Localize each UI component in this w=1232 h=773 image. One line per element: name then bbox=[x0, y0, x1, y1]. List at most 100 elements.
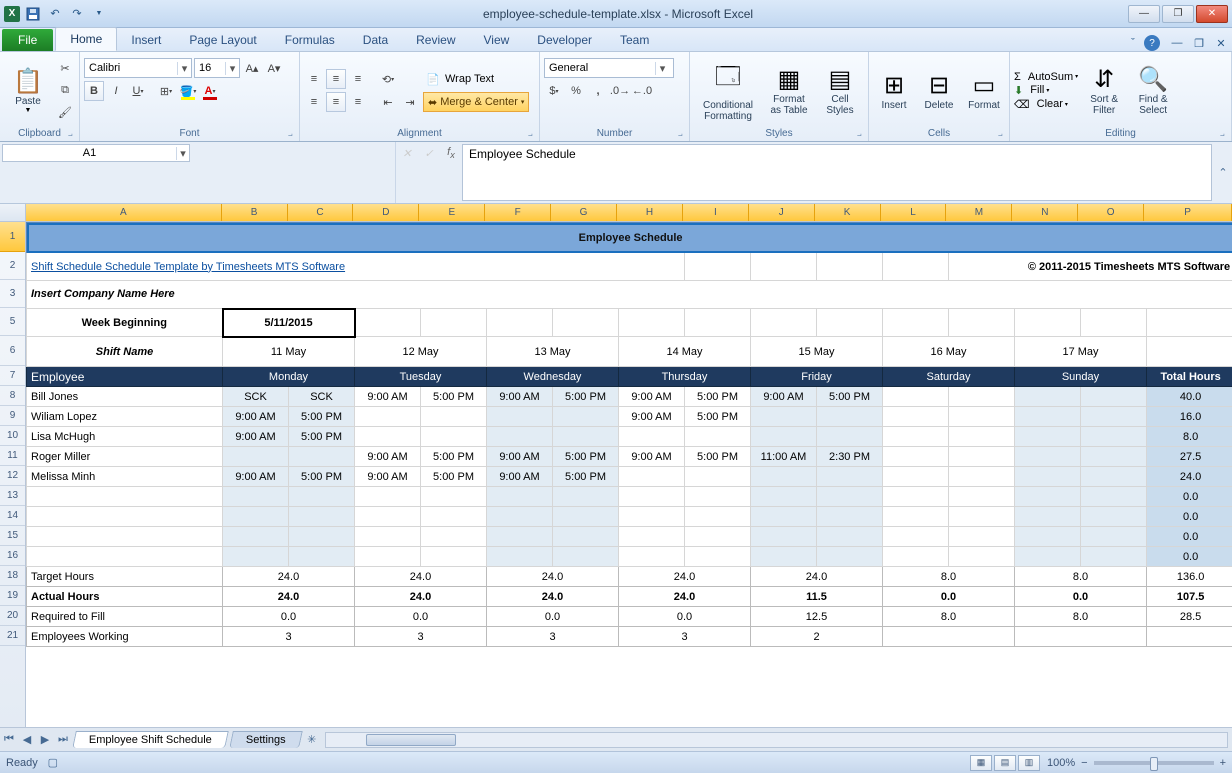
cell[interactable]: 24.0 bbox=[487, 567, 619, 587]
cell[interactable]: 136.0 bbox=[1147, 567, 1232, 587]
name-box[interactable]: ▾ bbox=[2, 144, 190, 162]
cell[interactable] bbox=[817, 527, 883, 547]
autosum-button[interactable]: Σ AutoSum▾ bbox=[1014, 71, 1078, 83]
column-header[interactable]: M bbox=[946, 204, 1012, 221]
cell[interactable]: Employee bbox=[27, 367, 223, 387]
tab-review[interactable]: Review bbox=[402, 29, 469, 51]
column-header[interactable]: J bbox=[749, 204, 815, 221]
cell[interactable]: Sunday bbox=[1015, 367, 1147, 387]
sort-filter-button[interactable]: ⇵Sort & Filter bbox=[1081, 58, 1127, 124]
prev-sheet-icon[interactable]: ◀ bbox=[18, 731, 36, 749]
cell[interactable]: 8.0 bbox=[1147, 427, 1232, 447]
cell[interactable] bbox=[421, 547, 487, 567]
column-header[interactable]: O bbox=[1078, 204, 1144, 221]
cell[interactable] bbox=[1147, 309, 1232, 337]
cell[interactable]: Bill Jones bbox=[27, 387, 223, 407]
row-header[interactable]: 14 bbox=[0, 506, 25, 526]
cell[interactable]: SCK bbox=[289, 387, 355, 407]
cell[interactable]: Wiliam Lopez bbox=[27, 407, 223, 427]
cell[interactable] bbox=[685, 427, 751, 447]
cell[interactable] bbox=[289, 447, 355, 467]
cell[interactable] bbox=[553, 527, 619, 547]
cell[interactable]: 2 bbox=[751, 627, 883, 647]
tab-team[interactable]: Team bbox=[606, 29, 663, 51]
cell[interactable] bbox=[553, 487, 619, 507]
cell[interactable]: 24.0 bbox=[223, 567, 355, 587]
cell[interactable]: SCK bbox=[223, 387, 289, 407]
cell[interactable] bbox=[1081, 447, 1147, 467]
last-sheet-icon[interactable]: ⏭ bbox=[54, 731, 72, 749]
cell[interactable] bbox=[1015, 447, 1081, 467]
format-cells-button[interactable]: ▭Format bbox=[963, 58, 1005, 124]
cell[interactable] bbox=[487, 407, 553, 427]
copyright-text[interactable]: © 2011-2015 Timesheets MTS Software bbox=[949, 253, 1232, 281]
cell[interactable]: Monday bbox=[223, 367, 355, 387]
cell[interactable] bbox=[1015, 467, 1081, 487]
cell-styles-button[interactable]: ▤Cell Styles bbox=[816, 58, 864, 124]
cell[interactable] bbox=[1081, 507, 1147, 527]
cell[interactable] bbox=[751, 507, 817, 527]
cell[interactable]: 24.0 bbox=[619, 587, 751, 607]
cell[interactable]: 107.5 bbox=[1147, 587, 1232, 607]
cell[interactable] bbox=[1015, 507, 1081, 527]
cell[interactable]: 0.0 bbox=[1147, 487, 1232, 507]
row-header[interactable]: 20 bbox=[0, 606, 25, 626]
wrap-text-button[interactable]: Wrap Text bbox=[445, 73, 494, 85]
cell[interactable] bbox=[289, 547, 355, 567]
cell[interactable] bbox=[883, 627, 1015, 647]
row-header[interactable]: 15 bbox=[0, 526, 25, 546]
cell[interactable] bbox=[1015, 527, 1081, 547]
cell[interactable] bbox=[355, 427, 421, 447]
column-header[interactable]: G bbox=[551, 204, 617, 221]
decrease-font-icon[interactable]: A▾ bbox=[264, 58, 284, 78]
cell[interactable] bbox=[421, 427, 487, 447]
cell[interactable]: 9:00 AM bbox=[355, 447, 421, 467]
cell[interactable] bbox=[421, 487, 487, 507]
company-name-cell[interactable]: Insert Company Name Here bbox=[27, 281, 1232, 309]
fill-button[interactable]: ⬇ Fill▾ bbox=[1014, 84, 1078, 97]
cell[interactable] bbox=[751, 467, 817, 487]
find-select-button[interactable]: 🔍Find & Select bbox=[1130, 58, 1176, 124]
row-header[interactable]: 3 bbox=[0, 280, 25, 308]
cell[interactable] bbox=[751, 547, 817, 567]
cell[interactable] bbox=[487, 427, 553, 447]
cell[interactable] bbox=[487, 507, 553, 527]
horizontal-scrollbar[interactable] bbox=[325, 732, 1228, 748]
cell[interactable]: 11.5 bbox=[751, 587, 883, 607]
row-header[interactable]: 21 bbox=[0, 626, 25, 646]
cell[interactable] bbox=[1081, 527, 1147, 547]
normal-view-icon[interactable]: ▦ bbox=[970, 755, 992, 771]
cell[interactable] bbox=[817, 507, 883, 527]
cell[interactable]: 24.0 bbox=[355, 587, 487, 607]
cell[interactable] bbox=[355, 527, 421, 547]
cell[interactable]: Tuesday bbox=[355, 367, 487, 387]
cell[interactable]: 0.0 bbox=[1147, 507, 1232, 527]
cell[interactable] bbox=[1081, 407, 1147, 427]
cell[interactable] bbox=[949, 427, 1015, 447]
cell[interactable]: 2:30 PM bbox=[817, 447, 883, 467]
cell[interactable]: Thursday bbox=[619, 367, 751, 387]
maximize-button[interactable]: ❐ bbox=[1162, 5, 1194, 23]
cell[interactable]: 9:00 AM bbox=[487, 447, 553, 467]
row-header[interactable]: 18 bbox=[0, 566, 25, 586]
cell[interactable] bbox=[223, 487, 289, 507]
row-header[interactable]: 10 bbox=[0, 426, 25, 446]
cell[interactable] bbox=[619, 527, 685, 547]
cell[interactable]: 3 bbox=[355, 627, 487, 647]
cell[interactable] bbox=[1015, 627, 1147, 647]
cell[interactable] bbox=[685, 527, 751, 547]
cell[interactable]: 24.0 bbox=[355, 567, 487, 587]
cell[interactable] bbox=[949, 547, 1015, 567]
cell[interactable] bbox=[355, 487, 421, 507]
cell[interactable] bbox=[421, 407, 487, 427]
cell[interactable] bbox=[817, 547, 883, 567]
font-size-combo[interactable]: ▾ bbox=[194, 58, 240, 78]
tab-formulas[interactable]: Formulas bbox=[271, 29, 349, 51]
cell[interactable]: 0.0 bbox=[883, 587, 1015, 607]
cell[interactable] bbox=[619, 487, 685, 507]
sheet-tab-settings[interactable]: Settings bbox=[229, 731, 302, 748]
cell[interactable] bbox=[1081, 387, 1147, 407]
cell[interactable] bbox=[1081, 467, 1147, 487]
number-format-combo[interactable]: ▾ bbox=[544, 58, 674, 78]
underline-button[interactable]: U▾ bbox=[128, 81, 148, 101]
